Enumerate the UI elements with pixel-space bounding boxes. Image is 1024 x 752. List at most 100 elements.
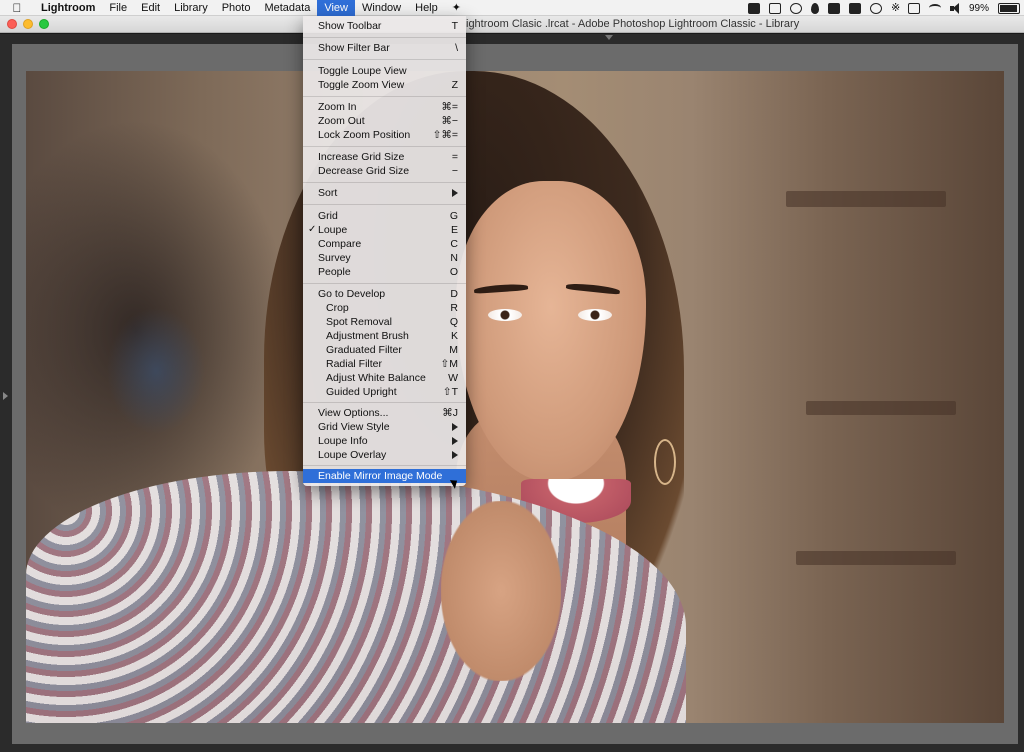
menu-item-label: Increase Grid Size [318, 151, 405, 163]
menu-item-label: Toggle Zoom View [318, 79, 405, 91]
screen-icon[interactable] [768, 2, 781, 14]
menu-item-label: Radial Filter [326, 358, 383, 370]
shortcut-label: ⇧T [442, 386, 458, 398]
submenu-arrow-icon [452, 437, 458, 445]
menu-window[interactable]: Window [355, 0, 408, 16]
menu-item-loupe[interactable]: ✓ Loupe E [303, 223, 466, 237]
menu-item-zoom-in[interactable]: Zoom In ⌘= [303, 100, 466, 114]
shortcut-label: N [450, 252, 458, 264]
menu-item-crop[interactable]: Crop R [303, 301, 466, 315]
menu-item-go-to-develop[interactable]: Go to Develop D [303, 287, 466, 301]
shortcut-label: D [450, 288, 458, 300]
menu-item-people[interactable]: People O [303, 265, 466, 279]
left-panel-toggle-icon[interactable] [3, 392, 8, 400]
battery-percent: 99% [968, 2, 989, 14]
shortcut-label: ⇧⌘= [432, 129, 458, 141]
flame-icon[interactable] [810, 2, 819, 14]
shortcut-label: G [449, 210, 458, 222]
menu-item-loupe-overlay[interactable]: Loupe Overlay [303, 448, 466, 462]
menu-item-decrease-grid-size[interactable]: Decrease Grid Size − [303, 164, 466, 178]
menu-item-grid-view-style[interactable]: Grid View Style [303, 420, 466, 434]
script-menu-icon[interactable]: ✦ [445, 0, 468, 16]
menu-item-label: Grid [318, 210, 338, 222]
shortcut-label: = [451, 151, 458, 163]
battery-icon[interactable] [998, 2, 1020, 14]
window-controls [7, 19, 49, 29]
info-icon[interactable] [789, 2, 802, 14]
menu-item-compare[interactable]: Compare C [303, 237, 466, 251]
loupe-photo[interactable] [26, 71, 1004, 723]
menu-file[interactable]: File [102, 0, 134, 16]
dropbox-icon[interactable] [747, 2, 760, 14]
shortcut-label: Z [451, 79, 458, 91]
apple-menu-icon[interactable]:  [0, 1, 34, 15]
menu-item-sort[interactable]: Sort [303, 186, 466, 200]
menu-item-adjust-white-balance[interactable]: Adjust White Balance W [303, 371, 466, 385]
menu-item-lock-zoom-position[interactable]: Lock Zoom Position ⇧⌘= [303, 128, 466, 142]
menu-separator [303, 182, 466, 183]
close-window-button[interactable] [7, 19, 17, 29]
shortcut-label: C [450, 238, 458, 250]
zoom-window-button[interactable] [39, 19, 49, 29]
bluetooth-icon[interactable]: ※ [891, 2, 900, 14]
menu-item-label: Zoom Out [318, 115, 365, 127]
menu-item-label: Decrease Grid Size [318, 165, 410, 177]
menu-item-survey[interactable]: Survey N [303, 251, 466, 265]
shortcut-label: ⇧M [440, 358, 458, 370]
menu-item-label: Go to Develop [318, 288, 386, 300]
menu-item-toggle-zoom-view[interactable]: Toggle Zoom View Z [303, 78, 466, 92]
menu-help[interactable]: Help [408, 0, 445, 16]
menu-item-label: People [318, 266, 351, 278]
menu-item-label: Guided Upright [326, 386, 397, 398]
menu-item-label: Toggle Loupe View [318, 65, 407, 77]
menu-edit[interactable]: Edit [134, 0, 167, 16]
menu-item-increase-grid-size[interactable]: Increase Grid Size = [303, 150, 466, 164]
menu-lightroom[interactable]: Lightroom [34, 0, 102, 16]
volume-icon[interactable] [949, 2, 960, 14]
menu-item-show-toolbar[interactable]: Show Toolbar T [303, 19, 466, 33]
menu-library[interactable]: Library [167, 0, 215, 16]
time-machine-icon[interactable] [869, 2, 882, 14]
window-title-bar: ightroom Clasic .lrcat - Adobe Photoshop… [0, 16, 1024, 33]
menu-item-view-options[interactable]: View Options... ⌘J [303, 406, 466, 420]
menu-item-label: Compare [318, 238, 362, 250]
menu-metadata[interactable]: Metadata [257, 0, 317, 16]
view-menu-dropdown: Show Toolbar T Show Filter Bar \ Toggle Lo… [303, 16, 466, 486]
menu-view[interactable]: View [317, 0, 355, 16]
menu-item-guided-upright[interactable]: Guided Upright ⇧T [303, 385, 466, 399]
menu-photo[interactable]: Photo [215, 0, 258, 16]
menu-separator [303, 96, 466, 97]
wifi-icon[interactable] [928, 4, 941, 12]
menu-separator [303, 465, 466, 466]
chart-app-icon[interactable] [827, 2, 840, 14]
checkmark-icon: ✓ [308, 224, 317, 235]
top-panel-toggle-icon[interactable] [605, 35, 613, 40]
shortcut-label: ⌘− [441, 115, 458, 127]
background-shelf [806, 401, 956, 415]
menu-item-grid[interactable]: Grid G [303, 209, 466, 223]
menu-item-graduated-filter[interactable]: Graduated Filter M [303, 343, 466, 357]
menu-item-label: Survey [318, 252, 351, 264]
shortcut-label: W [448, 372, 458, 384]
menu-item-radial-filter[interactable]: Radial Filter ⇧M [303, 357, 466, 371]
minimize-window-button[interactable] [23, 19, 33, 29]
menu-item-label: Graduated Filter [326, 344, 402, 356]
menu-item-enable-mirror-image-mode[interactable]: Enable Mirror Image Mode [303, 469, 466, 483]
menu-item-zoom-out[interactable]: Zoom Out ⌘− [303, 114, 466, 128]
menu-item-loupe-info[interactable]: Loupe Info [303, 434, 466, 448]
macos-menu-bar:  Lightroom File Edit Library Photo Meta… [0, 0, 1024, 16]
menu-item-label: Sort [318, 187, 338, 199]
menu-item-adjustment-brush[interactable]: Adjustment Brush K [303, 329, 466, 343]
menu-item-toggle-loupe-view[interactable]: Toggle Loupe View [303, 64, 466, 78]
menu-item-show-filter-bar[interactable]: Show Filter Bar \ [303, 41, 466, 55]
menu-item-spot-removal[interactable]: Spot Removal Q [303, 315, 466, 329]
shortcut-label: T [451, 20, 458, 32]
left-eye [488, 309, 522, 321]
airplay-icon[interactable] [907, 2, 920, 14]
submenu-arrow-icon [452, 451, 458, 459]
menu-separator [303, 204, 466, 205]
menu-item-label: Crop [326, 302, 349, 314]
app-extra-icon[interactable] [848, 2, 861, 14]
menu-item-label: Show Toolbar [318, 20, 382, 32]
menu-separator [303, 146, 466, 147]
